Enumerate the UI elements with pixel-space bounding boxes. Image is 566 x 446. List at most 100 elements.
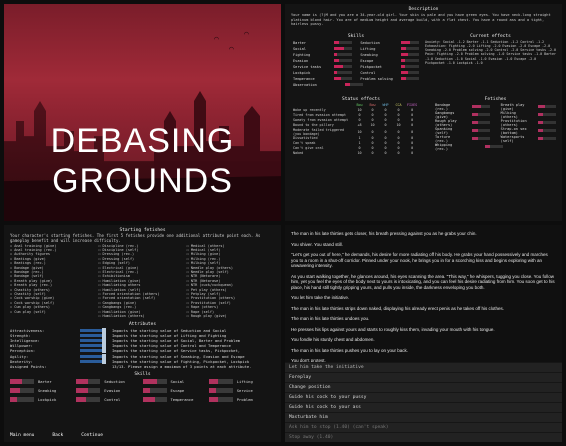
fetish-row: Torture (rec.) Watersports (self) — [435, 135, 556, 143]
fetish-checkbox-label: Milking (rec.) — [190, 256, 221, 261]
choice-option[interactable]: Ask him to stop (1.40) (can't speak) — [285, 422, 562, 432]
fetish-checkbox-label: Gangbangs (give) — [102, 300, 137, 305]
skill-bar — [537, 121, 556, 125]
skill-bar — [333, 59, 352, 63]
fetish-checkbox-label: NTR (cuck/cuckquean) — [190, 283, 234, 288]
fetish-checkbox-label: Cum play (self) — [14, 309, 46, 314]
skill-bar — [76, 388, 101, 393]
skill-bar — [333, 77, 352, 81]
choice-option[interactable]: Guide his cock to your ass — [285, 402, 562, 412]
cover-title-line1: DEBASING — [50, 122, 235, 160]
fetish-checkbox-label: Humiliation (give) — [102, 278, 141, 283]
skill-label: Social — [293, 46, 306, 51]
assigned-points-value: 13/13. Please assign a maximum of 3 poin… — [112, 363, 252, 369]
fetish-checkbox-label: Medical (others) — [190, 243, 225, 248]
choice-option[interactable]: Let him take the initiative — [285, 362, 562, 372]
fetish-checkbox-label: Dressing (self) — [102, 256, 135, 261]
attribute-slider[interactable] — [80, 343, 106, 349]
skill-bar — [10, 397, 34, 402]
status-effects-header: Status effects — [342, 96, 380, 102]
fetish-checkbox[interactable]: ☐ Rough play (give) — [187, 314, 275, 318]
skill-bar — [400, 59, 419, 63]
status-label: Moderate failed triggered (you bondage) — [293, 127, 345, 136]
status-value: 0 — [371, 129, 374, 134]
choice-option[interactable]: Foreplay — [285, 372, 562, 382]
fetish-row: Rough play (others) Prostitution (others) — [435, 119, 556, 127]
status-value: 0 — [371, 151, 374, 156]
skill-bar — [333, 65, 352, 69]
fetish-checkbox-label: Milking (self) — [190, 261, 221, 266]
story-paragraph: The man in his late thirties undoes you. — [291, 316, 370, 321]
choice-option[interactable]: Guide his cock to your pussy — [285, 392, 562, 402]
story-paragraph: You let him take the initiative. — [291, 295, 350, 300]
attribute-slider[interactable] — [80, 348, 106, 354]
fetish-checkbox-label: Discipline (self) — [102, 248, 139, 252]
skill-label: Temperance — [170, 397, 194, 402]
skill-bar — [76, 379, 101, 384]
skill-label: Pickpocket — [360, 64, 382, 69]
back-button[interactable]: Back — [52, 433, 63, 438]
fetish-checkbox-label: Breath play (give) — [14, 278, 53, 283]
fetish-checkbox[interactable]: ☐ Humiliation (others) — [98, 314, 186, 318]
fetish-label: Strap-on sex (bottom) — [500, 126, 527, 135]
status-row: Moderate failed triggered (you bondage) 1… — [291, 128, 419, 136]
bird-icon: ⌒ — [214, 34, 219, 43]
attribute-slider[interactable] — [80, 327, 106, 333]
skill-bar — [472, 121, 491, 125]
continue-button[interactable]: Continue — [81, 433, 103, 438]
story-panel: The man in his late thirties gets closer… — [285, 225, 562, 442]
fetish-checkbox-label: Medical (self) — [190, 248, 221, 252]
status-value: 10 — [357, 129, 362, 134]
skill-bar — [537, 113, 556, 117]
setup-skill: Escape — [142, 387, 209, 394]
main-menu-button[interactable]: Main menu — [10, 433, 34, 438]
attribute-slider[interactable] — [80, 332, 106, 338]
choice-option[interactable]: Change position — [285, 382, 562, 392]
skill-row: Observation — [291, 82, 421, 88]
status-label: Naked — [293, 151, 304, 156]
attribute-slider[interactable] — [80, 358, 106, 364]
fetish-checkbox-label: Edging (self) — [102, 261, 130, 266]
fetish-checkbox-label: Needle play (self) — [190, 270, 229, 275]
skill-bar — [472, 113, 491, 117]
skill-bar — [472, 105, 491, 109]
choice-option[interactable]: Masturbate him — [285, 412, 562, 422]
fetish-checkbox-label: Beatings (rec.) — [14, 261, 46, 266]
skill-bar — [333, 47, 352, 51]
skill-bar — [472, 137, 491, 141]
setup-skill: Evasion — [76, 387, 142, 394]
fetish-label: Watersports (self) — [500, 134, 525, 143]
fetish-list: Bondage (rec.) Breath play (give) Gangbang… — [435, 103, 556, 151]
fetish-label: Torture (rec.) — [435, 134, 451, 143]
choice-option[interactable]: Stop away (1.40) — [285, 432, 562, 442]
attributes-header: Attributes — [128, 321, 157, 327]
story-paragraph: The man in his late thirties pushes you … — [291, 347, 409, 353]
setup-skill: Temperance — [142, 396, 209, 403]
skill-bar — [10, 379, 34, 384]
skill-bar — [400, 41, 419, 45]
attribute-slider[interactable] — [80, 353, 106, 359]
status-row: Naked 10 0 0 0 0 — [291, 151, 419, 156]
skill-label: Social — [170, 379, 185, 384]
skill-label: Service — [236, 388, 253, 393]
story-paragraph: You fondle his sturdy chest and abdomen. — [291, 337, 375, 342]
skill-bar — [472, 129, 491, 133]
skill-label: Lifting — [236, 379, 253, 384]
choice-list: Let him take the initiative Foreplay Chang… — [285, 362, 562, 442]
skill-label: Barter — [38, 379, 52, 384]
skill-bar — [333, 71, 352, 75]
skill-bar — [400, 77, 419, 81]
fetishes-header: Fetishes — [484, 96, 507, 102]
skill-bar — [537, 137, 556, 141]
assigned-points-label: Assigned Points: — [10, 363, 47, 369]
setup-skill: Control — [76, 396, 142, 403]
skill-bar — [333, 53, 352, 57]
attribute-slider[interactable] — [80, 337, 106, 343]
skill-label: Problem — [236, 397, 253, 402]
fetish-checkbox-label: Authority figures — [14, 252, 51, 257]
skill-bar — [333, 41, 352, 45]
fetish-checkbox-label: Prostitution (others) — [190, 296, 236, 301]
skill-label: Control — [104, 397, 121, 402]
fetish-checkbox-label: Anal training (rec.) — [14, 248, 57, 252]
skill-bar — [208, 388, 233, 393]
